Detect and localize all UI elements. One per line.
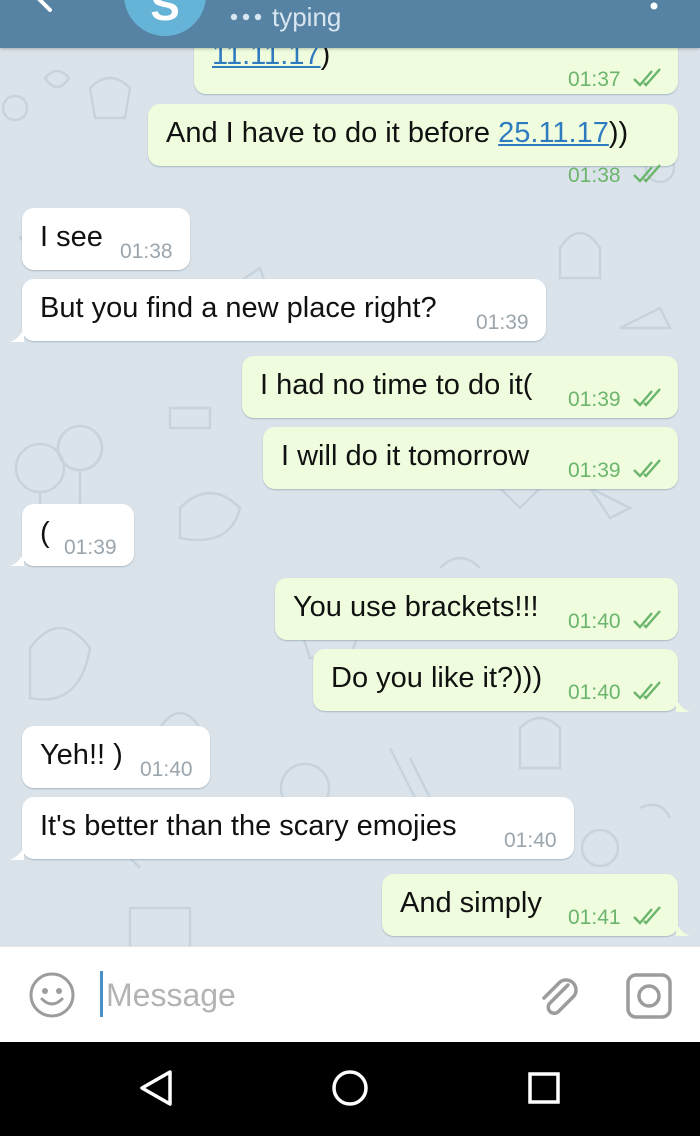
message-time: 01:38	[568, 164, 621, 187]
message-time: 01:40	[568, 610, 621, 633]
read-check-icon	[633, 164, 661, 183]
camera-icon[interactable]	[624, 971, 674, 1021]
paperclip-icon[interactable]	[534, 971, 582, 1019]
message-text: And simply	[400, 887, 542, 919]
message-text: (	[40, 517, 50, 549]
recents-square-icon[interactable]	[520, 1064, 568, 1112]
date-link[interactable]: 11.11.17	[212, 48, 321, 71]
message-text: 11.11.17)	[212, 48, 330, 72]
bubble-tail	[676, 922, 690, 936]
message-bubble-outgoing[interactable]: And I have to do it before 25.11.17)) 01…	[148, 104, 678, 187]
date-link[interactable]: 25.11.17	[498, 117, 609, 149]
message-text: Yeh!! )	[40, 739, 123, 771]
message-bubble-outgoing[interactable]: I will do it tomorrow 01:39	[263, 427, 678, 489]
read-check-icon	[633, 68, 661, 87]
android-nav-bar	[0, 1042, 700, 1136]
message-text: I will do it tomorrow	[281, 440, 530, 472]
emoji-icon[interactable]	[28, 971, 76, 1019]
bubble-tail	[10, 552, 24, 566]
message-time: 01:39	[476, 311, 529, 334]
message-time: 01:39	[568, 388, 621, 411]
message-bubble-incoming[interactable]: It's better than the scary emojies 01:40	[22, 797, 574, 859]
message-bubble-outgoing[interactable]: 11.11.17) 01:37	[194, 48, 678, 94]
message-text: I see	[40, 221, 103, 253]
typing-dots-icon	[230, 13, 262, 21]
message-time: 01:41	[568, 906, 621, 929]
read-check-icon	[633, 610, 661, 629]
message-bubble-incoming[interactable]: Yeh!! ) 01:40	[22, 726, 210, 788]
read-check-icon	[633, 681, 661, 700]
home-circle-icon[interactable]	[326, 1064, 374, 1112]
read-check-icon	[633, 459, 661, 478]
message-time: 01:39	[64, 536, 117, 559]
message-list[interactable]: 11.11.17) 01:37 And I have to do it befo…	[0, 48, 700, 946]
back-arrow-icon[interactable]	[28, 0, 68, 20]
bubble-tail	[10, 846, 24, 860]
message-text: Do you like it?)))	[331, 662, 543, 694]
back-triangle-icon[interactable]	[132, 1064, 180, 1112]
message-bubble-outgoing[interactable]: And simply 01:41	[382, 874, 678, 936]
message-bubble-incoming[interactable]: But you find a new place right? 01:39	[22, 279, 546, 341]
message-time: 01:38	[120, 240, 173, 263]
bubble-tail	[676, 698, 690, 712]
message-time: 01:39	[568, 459, 621, 482]
message-text: But you find a new place right?	[40, 292, 437, 324]
message-bubble-incoming[interactable]: I see 01:38	[22, 208, 190, 270]
message-input[interactable]	[106, 973, 506, 1017]
message-time: 01:40	[140, 758, 193, 781]
avatar[interactable]: S	[124, 0, 206, 36]
message-text: You use brackets!!!	[293, 591, 539, 623]
message-bubble-incoming[interactable]: ( 01:39	[22, 504, 134, 566]
message-bubble-outgoing[interactable]: You use brackets!!! 01:40	[275, 578, 678, 640]
message-time: 01:40	[504, 829, 557, 852]
message-composer	[0, 946, 700, 1042]
read-check-icon	[633, 906, 661, 925]
more-menu-icon[interactable]	[646, 0, 662, 12]
read-check-icon	[633, 388, 661, 407]
text-cursor	[100, 971, 103, 1017]
avatar-letter: S	[150, 0, 180, 30]
bubble-tail	[10, 328, 24, 342]
chat-header: S typing	[0, 0, 700, 48]
message-text: I had no time to do it(	[260, 369, 533, 401]
message-bubble-outgoing[interactable]: I had no time to do it( 01:39	[242, 356, 678, 418]
typing-status: typing	[272, 2, 342, 32]
message-bubble-outgoing[interactable]: Do you like it?))) 01:40	[313, 649, 678, 711]
message-time: 01:37	[568, 68, 621, 91]
message-text: And I have to do it before 25.11.17))	[166, 117, 629, 149]
message-text: It's better than the scary emojies	[40, 810, 457, 842]
message-time: 01:40	[568, 681, 621, 704]
